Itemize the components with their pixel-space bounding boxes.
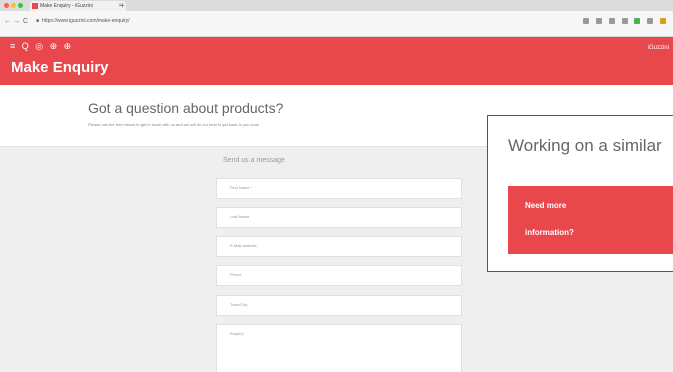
field-placeholder: First Name *: [230, 185, 253, 190]
extension-icon[interactable]: [634, 18, 640, 24]
cta-label-line2: information?: [525, 228, 574, 237]
menu-icon[interactable]: ≡ Q ◎ ⊕ ⊕: [10, 41, 73, 52]
need-more-information-button[interactable]: Need more information?: [508, 186, 673, 254]
tab-title: Make Enquiry - iGuzzini: [40, 3, 93, 9]
email-field[interactable]: E-Mail address: [216, 236, 462, 257]
field-placeholder: Phone: [230, 272, 242, 277]
close-window-icon[interactable]: [4, 3, 9, 8]
url-text: https://www.iguzzini.com/make-enquiry/: [42, 18, 130, 24]
extension-icon[interactable]: [622, 18, 628, 24]
favicon-icon: [32, 3, 38, 9]
field-placeholder: Enquiry: [230, 331, 244, 336]
phone-field[interactable]: Phone: [216, 265, 462, 286]
field-placeholder: Town/City: [230, 302, 248, 307]
extension-icon[interactable]: [609, 18, 615, 24]
intro-subtext: Please use the form below to get in touc…: [88, 122, 260, 127]
reload-icon[interactable]: C: [23, 18, 28, 25]
minimize-window-icon[interactable]: [11, 3, 16, 8]
address-bar[interactable]: ■ https://www.iguzzini.com/make-enquiry/: [36, 16, 130, 26]
extension-icon[interactable]: [583, 18, 589, 24]
forward-icon[interactable]: →: [13, 18, 20, 25]
intro-heading: Got a question about products?: [88, 100, 284, 116]
browser-toolbar: ← → C ■ https://www.iguzzini.com/make-enq…: [0, 11, 673, 37]
field-placeholder: Last Name: [230, 214, 250, 219]
enquiry-textarea[interactable]: Enquiry: [216, 324, 462, 372]
brand-logo[interactable]: iGuzzini: [648, 45, 669, 51]
town-city-field[interactable]: Town/City: [216, 295, 462, 316]
field-placeholder: E-Mail address: [230, 243, 257, 248]
first-name-field[interactable]: First Name *: [216, 178, 462, 199]
similar-project-popup: Working on a similar Need more informati…: [487, 115, 673, 272]
browser-tab-bar: Make Enquiry - iGuzzini × +: [0, 0, 673, 11]
lock-icon: ■: [36, 18, 40, 24]
cta-label-line1: Need more: [525, 201, 567, 210]
back-icon[interactable]: ←: [4, 18, 11, 25]
popup-heading: Working on a similar: [508, 136, 662, 155]
new-tab-button[interactable]: +: [120, 0, 125, 11]
page-title: Make Enquiry: [11, 59, 109, 76]
last-name-field[interactable]: Last Name: [216, 207, 462, 228]
form-title: Send us a message: [223, 157, 285, 164]
maximize-window-icon[interactable]: [18, 3, 23, 8]
extension-icon[interactable]: [660, 18, 666, 24]
extension-icon[interactable]: [596, 18, 602, 24]
extension-icon[interactable]: [647, 18, 653, 24]
site-header: ≡ Q ◎ ⊕ ⊕ Make Enquiry iGuzzini: [0, 37, 673, 85]
browser-tab[interactable]: Make Enquiry - iGuzzini ×: [30, 1, 126, 11]
